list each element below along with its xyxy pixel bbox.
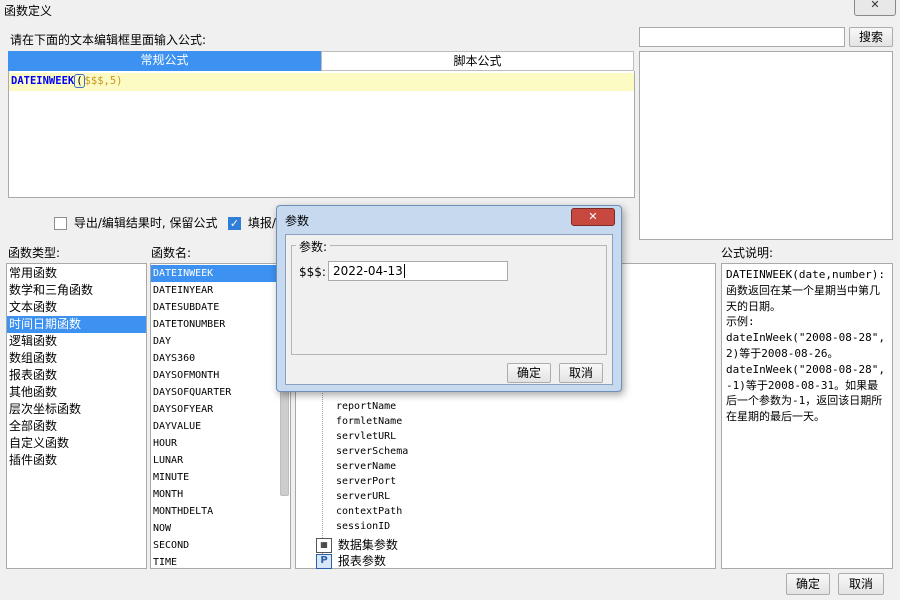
description-panel: DATEINWEEK(date,number):函数返回在某一个星期当中第几天的… bbox=[721, 263, 893, 569]
tree-item-formletName[interactable]: formletName bbox=[336, 416, 402, 427]
category-item[interactable]: 文本函数 bbox=[7, 299, 146, 316]
function-item[interactable]: MONTHDELTA bbox=[151, 503, 290, 520]
function-item[interactable]: DATETONUMBER bbox=[151, 316, 290, 333]
function-item[interactable]: LUNAR bbox=[151, 452, 290, 469]
text-cursor bbox=[403, 264, 405, 278]
function-item-selected[interactable]: DATEINWEEK bbox=[151, 265, 277, 282]
window-close-button[interactable]: ✕ bbox=[854, 0, 896, 16]
tree-item-serverName[interactable]: serverName bbox=[336, 461, 396, 472]
function-item[interactable]: SECOND bbox=[151, 537, 290, 554]
window-title-bar: 函数定义 ✕ bbox=[0, 0, 900, 22]
formula-function-name: DATEINWEEK bbox=[11, 75, 75, 87]
category-item-selected[interactable]: 时间日期函数 bbox=[7, 316, 146, 333]
tree-node-dataset-params[interactable]: ▦ 数据集参数 bbox=[316, 536, 398, 553]
close-icon: ✕ bbox=[870, 0, 880, 11]
tree-item-serverPort[interactable]: serverPort bbox=[336, 476, 396, 487]
fill-label: 填报/ bbox=[247, 216, 276, 230]
tree-item-reportName[interactable]: reportName bbox=[336, 401, 396, 412]
function-header: 函数名: bbox=[151, 246, 192, 260]
function-item[interactable]: HOUR bbox=[151, 435, 290, 452]
tree-line bbox=[322, 364, 323, 564]
dialog-cancel-button[interactable]: 取消 bbox=[559, 363, 603, 383]
dialog-close-button[interactable]: ✕ bbox=[571, 208, 615, 226]
category-item[interactable]: 报表函数 bbox=[7, 367, 146, 384]
category-item[interactable]: 层次坐标函数 bbox=[7, 401, 146, 418]
parameter-dialog: 参数 ✕ 参数: $$$: 2022-04-13 确定 取消 bbox=[276, 205, 622, 392]
function-item[interactable]: MONTH bbox=[151, 486, 290, 503]
editor-prompt: 请在下面的文本编辑框里面输入公式: bbox=[10, 33, 207, 47]
preserve-formula-label: 导出/编辑结果时, 保留公式 bbox=[73, 216, 218, 230]
category-item[interactable]: 插件函数 bbox=[7, 452, 146, 469]
category-item[interactable]: 常用函数 bbox=[7, 265, 146, 282]
search-results-panel bbox=[639, 51, 893, 240]
function-item[interactable]: DAY bbox=[151, 333, 290, 350]
dialog-ok-button[interactable]: 确定 bbox=[507, 363, 551, 383]
report-param-icon: P bbox=[316, 554, 332, 569]
description-header: 公式说明: bbox=[721, 246, 774, 260]
dialog-field-label: $$$: bbox=[299, 265, 326, 279]
formula-editor[interactable]: DATEINWEEK($$$,5) bbox=[8, 71, 635, 198]
category-header: 函数类型: bbox=[8, 246, 61, 260]
checkbox-unchecked bbox=[54, 217, 67, 230]
preserve-formula-checkbox[interactable]: 导出/编辑结果时, 保留公式 bbox=[54, 214, 218, 231]
category-item[interactable]: 其他函数 bbox=[7, 384, 146, 401]
category-item[interactable]: 逻辑函数 bbox=[7, 333, 146, 350]
tab-script-formula[interactable]: 脚本公式 bbox=[321, 51, 634, 71]
function-item[interactable]: TIME bbox=[151, 554, 290, 568]
function-item[interactable]: DATEINYEAR bbox=[151, 282, 290, 299]
window-title: 函数定义 bbox=[4, 4, 53, 18]
cancel-button[interactable]: 取消 bbox=[838, 573, 884, 595]
formula-open-paren: ( bbox=[74, 74, 85, 88]
tree-item-serverURL[interactable]: serverURL bbox=[336, 491, 390, 502]
param-value-input[interactable]: 2022-04-13 bbox=[328, 261, 508, 281]
tree-item-sessionID[interactable]: sessionID bbox=[336, 521, 390, 532]
ok-button[interactable]: 确定 bbox=[786, 573, 830, 595]
dialog-title: 参数 bbox=[285, 214, 310, 228]
tree-item-servletURL[interactable]: servletURL bbox=[336, 431, 396, 442]
category-item[interactable]: 数组函数 bbox=[7, 350, 146, 367]
search-input[interactable] bbox=[639, 27, 845, 47]
dialog-body: 参数: $$$: 2022-04-13 确定 取消 bbox=[285, 234, 613, 385]
search-button[interactable]: 搜索 bbox=[849, 27, 893, 47]
category-item[interactable]: 数学和三角函数 bbox=[7, 282, 146, 299]
function-list[interactable]: DATEINWEEK DATEINYEAR DATESUBDATE DATETO… bbox=[150, 263, 291, 569]
function-item[interactable]: MINUTE bbox=[151, 469, 290, 486]
close-icon: ✕ bbox=[588, 210, 598, 223]
tree-item-serverSchema[interactable]: serverSchema bbox=[336, 446, 408, 457]
formula-line: DATEINWEEK($$$,5) bbox=[9, 73, 634, 91]
category-list[interactable]: 常用函数 数学和三角函数 文本函数 时间日期函数 逻辑函数 数组函数 报表函数 … bbox=[6, 263, 147, 569]
tree-item-contextPath[interactable]: contextPath bbox=[336, 506, 402, 517]
function-item[interactable]: DAYS360 bbox=[151, 350, 290, 367]
function-item[interactable]: NOW bbox=[151, 520, 290, 537]
formula-arguments: $$$,5) bbox=[84, 75, 123, 87]
category-item[interactable]: 全部函数 bbox=[7, 418, 146, 435]
description-text: DATEINWEEK(date,number):函数返回在某一个星期当中第几天的… bbox=[726, 268, 885, 424]
function-item[interactable]: DAYSOFQUARTER bbox=[151, 384, 290, 401]
function-item[interactable]: DAYSOFMONTH bbox=[151, 367, 290, 384]
category-item[interactable]: 自定义函数 bbox=[7, 435, 146, 452]
check-icon: ✓ bbox=[228, 217, 241, 230]
function-item[interactable]: DATESUBDATE bbox=[151, 299, 290, 316]
dialog-group-label: 参数: bbox=[296, 238, 331, 255]
fill-checkbox[interactable]: ✓ 填报/ bbox=[228, 214, 276, 231]
tab-regular-formula[interactable]: 常规公式 bbox=[8, 51, 321, 71]
tree-node-report-params[interactable]: P 报表参数 bbox=[316, 552, 386, 569]
function-item[interactable]: DAYVALUE bbox=[151, 418, 290, 435]
function-item[interactable]: DAYSOFYEAR bbox=[151, 401, 290, 418]
dataset-param-icon: ▦ bbox=[316, 538, 332, 553]
